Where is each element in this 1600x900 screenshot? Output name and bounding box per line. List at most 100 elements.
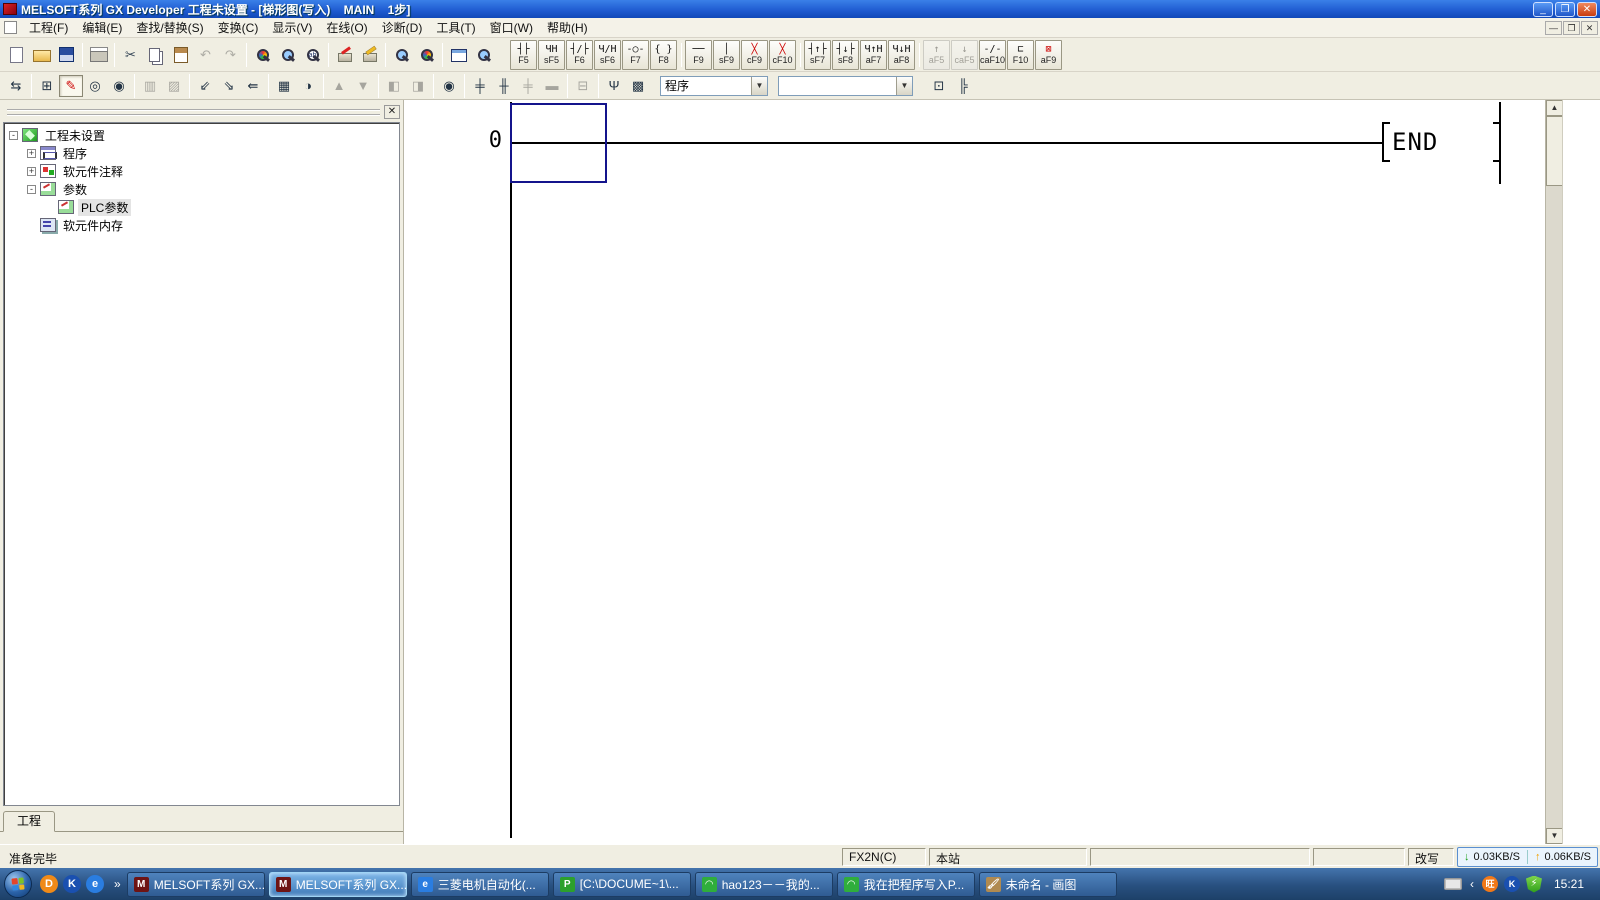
open-folder-button[interactable]	[29, 42, 54, 68]
start-button[interactable]	[4, 870, 32, 898]
mdi-restore-button[interactable]: ❐	[1563, 21, 1580, 35]
taskbar-task-6[interactable]: 🖌未命名 - 画图	[979, 872, 1117, 897]
taskbar-task-4[interactable]: ◠hao123－－我的...	[695, 872, 833, 897]
scroll-down-icon[interactable]: ▼	[1546, 828, 1563, 844]
menu-item-8[interactable]: 窗口(W)	[483, 17, 540, 38]
taskbar-task-1[interactable]: MMELSOFT系列 GX...	[269, 872, 407, 897]
ladder-button-cF10[interactable]: ╳cF10	[769, 40, 796, 70]
mdi-minimize-button[interactable]: —	[1545, 21, 1562, 35]
ladder-button-sF8[interactable]: ┤↓├sF8	[832, 40, 859, 70]
tree-item-label[interactable]: 工程未设置	[42, 127, 108, 144]
zoom-read-button[interactable]	[389, 42, 414, 68]
scrollbar-thumb[interactable]	[1546, 116, 1563, 186]
ladder-edit-mode-button[interactable]: ✎	[59, 75, 83, 97]
find-device-button[interactable]	[275, 42, 300, 68]
ladder-button-aF8[interactable]: Ч↓НaF8	[888, 40, 915, 70]
minimize-button[interactable]: _	[1533, 2, 1553, 17]
save-floppy-button[interactable]	[54, 42, 79, 68]
taskbar-task-0[interactable]: MMELSOFT系列 GX...	[127, 872, 265, 897]
tree-item-label[interactable]: 程序	[60, 145, 90, 162]
menu-item-5[interactable]: 在线(O)	[319, 17, 374, 38]
restore-button[interactable]: ❐	[1555, 2, 1575, 17]
menu-item-4[interactable]: 显示(V)	[265, 17, 319, 38]
find-string-button[interactable]: ab	[300, 42, 325, 68]
chevron-down-icon[interactable]: ▼	[751, 77, 767, 95]
tree-item-1[interactable]: +程序	[5, 144, 398, 162]
flashget-icon[interactable]: D	[40, 875, 58, 893]
tree-item-4[interactable]: PLC参数	[5, 198, 398, 216]
tree-item-label[interactable]: 参数	[60, 181, 90, 198]
ladder-button-F9[interactable]: ──F9	[685, 40, 712, 70]
write-monitor-button[interactable]: ◉	[107, 75, 131, 97]
structure-button[interactable]: ╠	[951, 75, 975, 97]
find-combo[interactable]: ▼	[778, 76, 913, 96]
ladder-instruction-toggle-button[interactable]: ⇆	[4, 75, 28, 97]
kugou-tray-icon[interactable]: K	[1504, 876, 1520, 892]
menu-item-0[interactable]: 工程(F)	[22, 17, 75, 38]
menu-item-6[interactable]: 诊断(D)	[375, 17, 430, 38]
read-mode-button[interactable]: ◎	[83, 75, 107, 97]
zoom-write-button[interactable]	[414, 42, 439, 68]
ladder-button-F7[interactable]: -○-F7	[622, 40, 649, 70]
ladder-button-aF7[interactable]: Ч↑НaF7	[860, 40, 887, 70]
tree-item-3[interactable]: - 参数	[5, 180, 398, 198]
close-button[interactable]: ✕	[1577, 2, 1597, 17]
end-instruction[interactable]: END	[1382, 122, 1501, 162]
menu-item-9[interactable]: 帮助(H)	[540, 17, 595, 38]
monitor-start-button[interactable]: ◑	[296, 75, 320, 97]
paste-button[interactable]	[168, 42, 193, 68]
device-skip-button[interactable]: ╫	[492, 75, 516, 97]
program-combo[interactable]: 程序 ▼	[660, 76, 768, 96]
ladder-button-F6[interactable]: ┤/├F6	[566, 40, 593, 70]
ladder-button-sF6[interactable]: Ч/НsF6	[594, 40, 621, 70]
taskbar-task-3[interactable]: P[C:\DOCUME~1\...	[553, 872, 691, 897]
project-data-list-button[interactable]: ⊞	[35, 75, 59, 97]
taskbar-task-5[interactable]: ◠我在把程序写入P...	[837, 872, 975, 897]
menu-item-7[interactable]: 工具(T)	[429, 17, 482, 38]
tree-expander-icon[interactable]: -	[27, 185, 36, 194]
ladder-button-sF5[interactable]: ЧНsF5	[538, 40, 565, 70]
ladder-button-F10[interactable]: ⊏F10	[1007, 40, 1034, 70]
scroll-up-icon[interactable]: ▲	[1546, 100, 1563, 116]
mdi-close-button[interactable]: ✕	[1581, 21, 1598, 35]
keyboard-icon[interactable]	[1444, 878, 1462, 890]
ladder-button-sF9[interactable]: │sF9	[713, 40, 740, 70]
monitor-window-button[interactable]	[446, 42, 471, 68]
menu-item-2[interactable]: 查找/替换(S)	[129, 17, 210, 38]
ladder-button-F5[interactable]: ┤├F5	[510, 40, 537, 70]
tree-expander-icon[interactable]: -	[9, 131, 18, 140]
cut-button[interactable]: ✂	[118, 42, 143, 68]
tree-item-label[interactable]: 软元件内存	[60, 217, 126, 234]
circuit-zoom-button[interactable]: ◉	[437, 75, 461, 97]
panel-close-button[interactable]: ✕	[384, 105, 400, 119]
device-tree-button[interactable]: Ψ	[602, 75, 626, 97]
ladder-button-sF7[interactable]: ┤↑├sF7	[804, 40, 831, 70]
program-check-button[interactable]: ▦	[272, 75, 296, 97]
network-zoom-button[interactable]	[471, 42, 496, 68]
ladder-button-aF9[interactable]: ⊠aF9	[1035, 40, 1062, 70]
overflow-chevron-icon[interactable]: »	[112, 877, 123, 891]
taskbar-task-2[interactable]: e三菱电机自动化(...	[411, 872, 549, 897]
tree-item-0[interactable]: - 工程未设置	[5, 126, 398, 144]
ladder-button-caF10[interactable]: -/-caF10	[979, 40, 1006, 70]
ladder-cursor[interactable]	[510, 103, 607, 183]
panel-gripper[interactable]	[7, 109, 380, 116]
device-comment-edit-button[interactable]	[332, 42, 357, 68]
device-test-button[interactable]: ╪	[468, 75, 492, 97]
tree-item-label[interactable]: PLC参数	[78, 199, 131, 216]
new-file-button[interactable]	[4, 42, 29, 68]
print-button[interactable]	[86, 42, 111, 68]
project-tab[interactable]: 工程	[3, 811, 55, 832]
doc-find-button[interactable]: ⊡	[927, 75, 951, 97]
convert-run-button[interactable]: ⇘	[217, 75, 241, 97]
ladder-surface[interactable]: 0 END	[404, 100, 1545, 844]
ie-icon[interactable]: e	[86, 875, 104, 893]
tray-collapse-icon[interactable]: ‹	[1468, 877, 1476, 891]
device-batch-button[interactable]: ▩	[626, 75, 650, 97]
wangwang-icon[interactable]: 旺	[1482, 876, 1498, 892]
shield-icon[interactable]: ⚡	[1526, 876, 1542, 893]
convert-all-button[interactable]: ⇚	[241, 75, 265, 97]
ladder-editor[interactable]: 0 END ▲ ▼	[404, 100, 1600, 844]
tree-item-label[interactable]: 软元件注释	[60, 163, 126, 180]
copy-button[interactable]	[143, 42, 168, 68]
